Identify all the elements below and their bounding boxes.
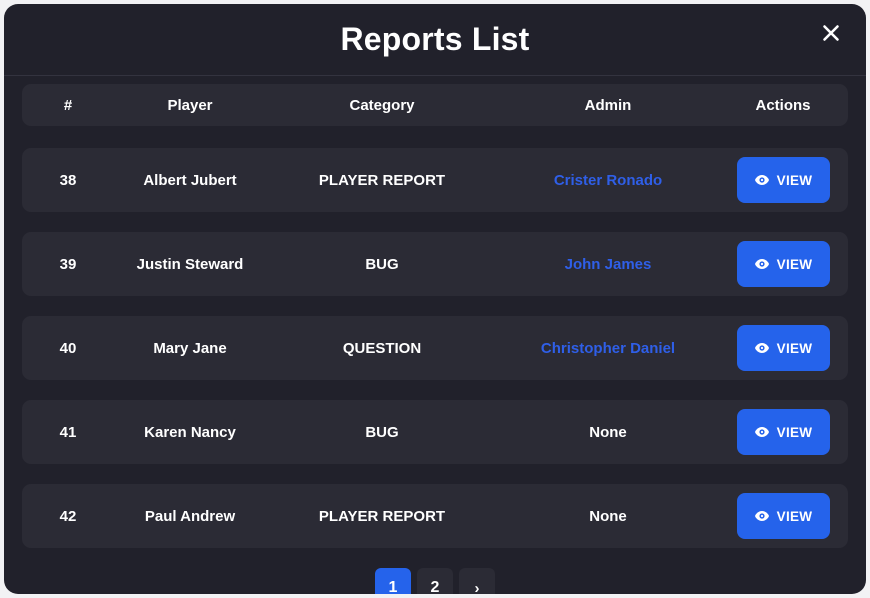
- player-name: Albert Jubert: [143, 171, 237, 189]
- admin-link[interactable]: Christopher Daniel: [541, 340, 675, 357]
- table-body: 38 Albert Jubert PLAYER REPORT Crister Rona…: [22, 148, 848, 548]
- close-icon[interactable]: [814, 16, 848, 50]
- view-button-label: VIEW: [776, 256, 813, 272]
- eye-icon: [754, 340, 770, 356]
- player-name: Karen Nancy: [144, 423, 236, 441]
- report-category: QUESTION: [342, 339, 422, 357]
- report-category: PLAYER REPORT: [318, 171, 446, 189]
- actions-cell: VIEW: [718, 241, 848, 287]
- table-row: 39 Justin Steward BUG John James VIEW: [22, 232, 848, 296]
- admin-cell: Crister Ronado: [498, 172, 718, 189]
- admin-value: None: [589, 423, 627, 441]
- view-button[interactable]: VIEW: [736, 241, 830, 287]
- column-header-num: #: [63, 96, 73, 114]
- reports-list-modal: Reports List # Player Category Admin Act…: [4, 4, 866, 594]
- player-name: Justin Steward: [136, 255, 244, 273]
- column-header-category: Category: [349, 96, 415, 114]
- player-name: Mary Jane: [153, 339, 227, 357]
- admin-cell: None: [498, 424, 718, 441]
- admin-cell: None: [498, 508, 718, 525]
- modal-header: Reports List: [4, 4, 866, 76]
- admin-value: None: [589, 507, 627, 525]
- eye-icon: [754, 172, 770, 188]
- view-button[interactable]: VIEW: [736, 409, 830, 455]
- report-category: PLAYER REPORT: [318, 507, 446, 525]
- actions-cell: VIEW: [718, 493, 848, 539]
- view-button-label: VIEW: [776, 424, 813, 440]
- table-header-row: # Player Category Admin Actions: [22, 84, 848, 126]
- eye-icon: [754, 508, 770, 524]
- reports-table: # Player Category Admin Actions 38 Albert…: [4, 76, 866, 594]
- report-id: 41: [59, 423, 77, 441]
- table-row: 40 Mary Jane QUESTION Christopher Daniel VIE…: [22, 316, 848, 380]
- page-button-1[interactable]: 1: [375, 568, 411, 594]
- column-header-actions: Actions: [755, 96, 811, 114]
- report-category: BUG: [365, 423, 399, 441]
- view-button[interactable]: VIEW: [736, 493, 830, 539]
- eye-icon: [754, 424, 770, 440]
- report-id: 42: [59, 507, 77, 525]
- view-button-label: VIEW: [776, 172, 813, 188]
- report-id: 40: [59, 339, 77, 357]
- report-category: BUG: [365, 255, 399, 273]
- table-row: 42 Paul Andrew PLAYER REPORT None VIEW: [22, 484, 848, 548]
- eye-icon: [754, 256, 770, 272]
- admin-link[interactable]: Crister Ronado: [554, 172, 662, 189]
- view-button[interactable]: VIEW: [736, 157, 830, 203]
- page-button-2[interactable]: 2: [417, 568, 453, 594]
- admin-cell: John James: [498, 256, 718, 273]
- view-button-label: VIEW: [776, 508, 813, 524]
- admin-link[interactable]: John James: [565, 256, 652, 273]
- actions-cell: VIEW: [718, 409, 848, 455]
- actions-cell: VIEW: [718, 325, 848, 371]
- report-id: 38: [59, 171, 77, 189]
- actions-cell: VIEW: [718, 157, 848, 203]
- admin-cell: Christopher Daniel: [498, 340, 718, 357]
- next-page-chevron-icon[interactable]: ›: [459, 568, 495, 594]
- player-name: Paul Andrew: [144, 507, 236, 525]
- view-button[interactable]: VIEW: [736, 325, 830, 371]
- table-row: 41 Karen Nancy BUG None VIEW: [22, 400, 848, 464]
- column-header-admin: Admin: [584, 96, 632, 114]
- table-row: 38 Albert Jubert PLAYER REPORT Crister Rona…: [22, 148, 848, 212]
- column-header-player: Player: [167, 96, 213, 114]
- view-button-label: VIEW: [776, 340, 813, 356]
- report-id: 39: [59, 255, 77, 273]
- page-title: Reports List: [340, 21, 530, 57]
- pagination: 1 2 ›: [22, 568, 848, 594]
